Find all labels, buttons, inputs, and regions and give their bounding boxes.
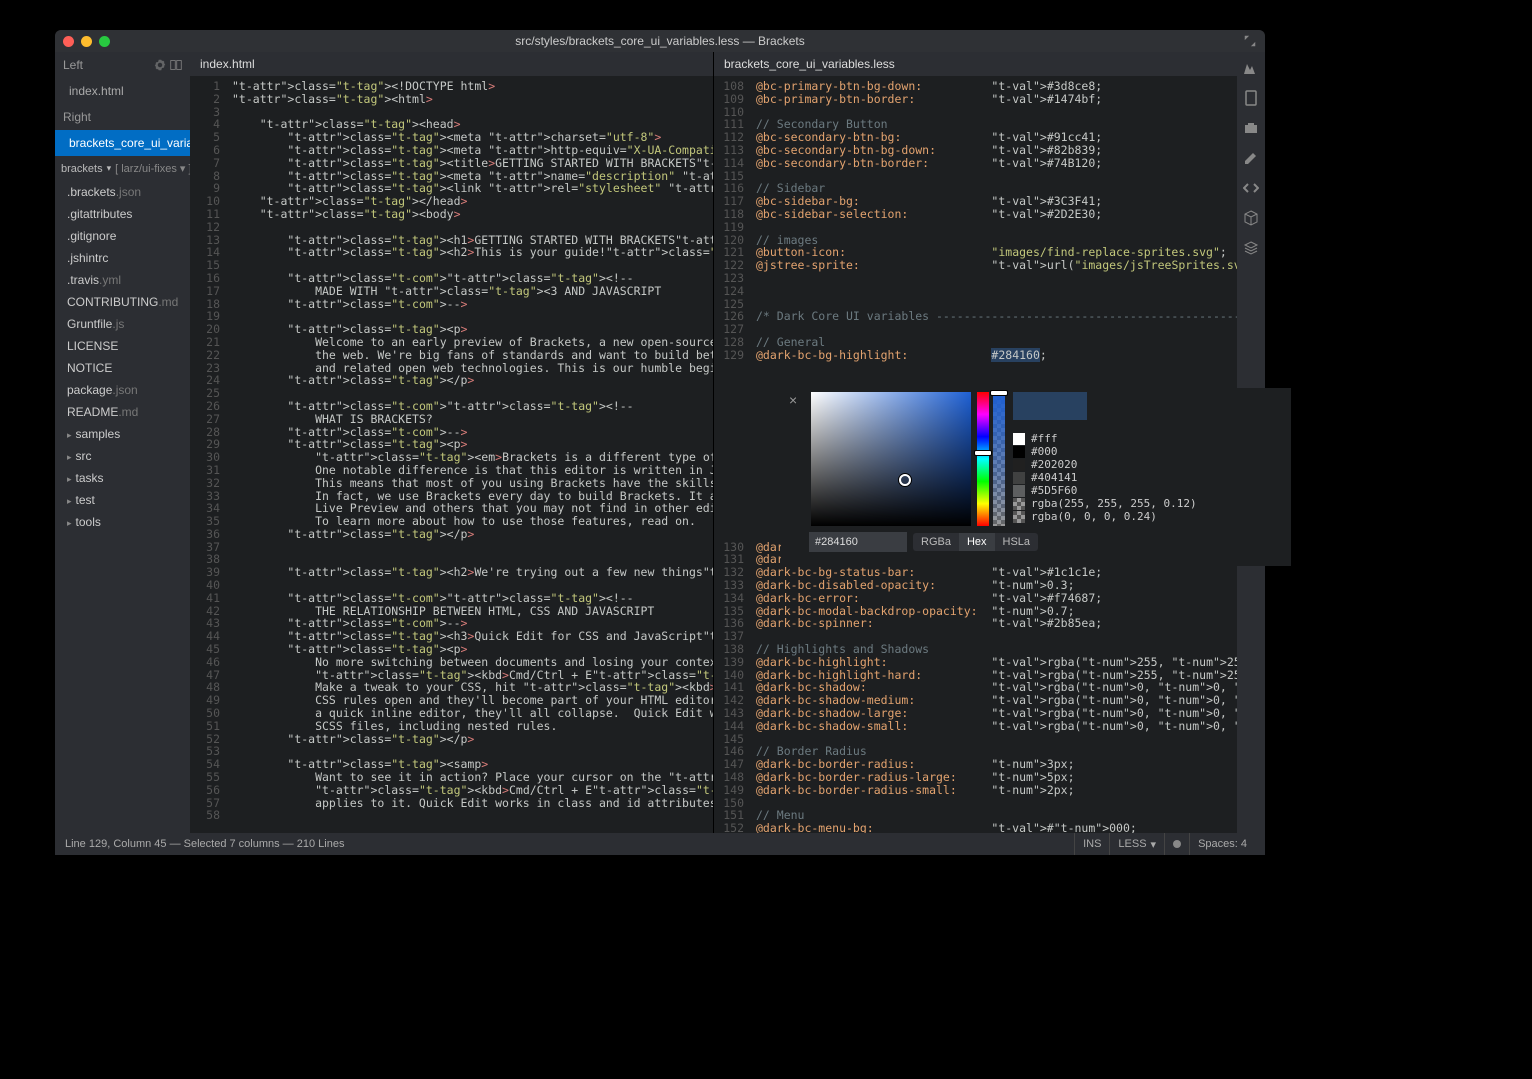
file-item[interactable]: Gruntfile.js xyxy=(55,313,190,335)
alpha-slider[interactable] xyxy=(993,392,1005,526)
fullscreen-icon[interactable] xyxy=(1243,34,1257,48)
indent-status[interactable]: Spaces: 4 xyxy=(1189,833,1255,855)
sidebar: Left index.html Right brackets_core_ui_v… xyxy=(55,52,190,833)
swatch-icon xyxy=(1013,485,1025,497)
file-item[interactable]: .jshintrc xyxy=(55,247,190,269)
titlebar: src/styles/brackets_core_ui_variables.le… xyxy=(55,30,1265,52)
file-item[interactable]: .gitignore xyxy=(55,225,190,247)
file-item[interactable]: .gitattributes xyxy=(55,203,190,225)
left-tab[interactable]: index.html xyxy=(190,52,713,76)
left-code-editor[interactable]: 1 2 3 4 5 6 7 8 9 10 11 12 13 14 15 16 1… xyxy=(190,76,713,833)
file-item[interactable]: LICENSE xyxy=(55,335,190,357)
zoom-window-icon[interactable] xyxy=(99,36,110,47)
hue-slider[interactable] xyxy=(977,392,989,526)
lint-status[interactable] xyxy=(1164,833,1189,855)
format-tab-rgba[interactable]: RGBa xyxy=(913,533,959,551)
swatch-icon xyxy=(1013,511,1025,523)
swatch-list: #fff#000#202020#404141#5D5F60rgba(255, 2… xyxy=(1013,392,1289,564)
swatch-row[interactable]: #202020 xyxy=(1013,458,1289,471)
swatch-row[interactable]: rgba(0, 0, 0, 0.24) xyxy=(1013,510,1289,523)
language-mode[interactable]: LESS ▾ xyxy=(1109,833,1164,855)
format-tab-hex[interactable]: Hex xyxy=(959,533,995,551)
folder-item[interactable]: src xyxy=(55,445,190,467)
folder-item[interactable]: tools xyxy=(55,511,190,533)
left-editor-pane: index.html 1 2 3 4 5 6 7 8 9 10 11 12 13… xyxy=(190,52,714,833)
layers-icon[interactable] xyxy=(1243,240,1259,256)
current-color-swatch xyxy=(1013,392,1087,420)
swatch-row[interactable]: #fff xyxy=(1013,432,1289,445)
color-format-tabs: RGBaHexHSLa xyxy=(913,533,1038,551)
sidebar-open-file-left[interactable]: index.html xyxy=(55,78,190,104)
right-tab[interactable]: brackets_core_ui_variables.less xyxy=(714,52,1237,76)
close-icon[interactable]: × xyxy=(789,392,797,408)
sidebar-open-file-right[interactable]: brackets_core_ui_variat xyxy=(55,130,190,156)
file-item[interactable]: NOTICE xyxy=(55,357,190,379)
edit-icon[interactable] xyxy=(1243,150,1259,166)
left-pane-header[interactable]: Left xyxy=(55,52,190,78)
window-title: src/styles/brackets_core_ui_variables.le… xyxy=(55,34,1265,48)
swatch-icon xyxy=(1013,472,1025,484)
left-gutter: 1 2 3 4 5 6 7 8 9 10 11 12 13 14 15 16 1… xyxy=(190,76,228,833)
folder-item[interactable]: samples xyxy=(55,423,190,445)
file-item[interactable]: package.json xyxy=(55,379,190,401)
project-header[interactable]: brackets▾ [ larz/ui-fixes ▾ ] xyxy=(55,156,190,181)
hex-input[interactable] xyxy=(809,532,907,552)
swatch-row[interactable]: #5D5F60 xyxy=(1013,484,1289,497)
close-window-icon[interactable] xyxy=(63,36,74,47)
app-window: src/styles/brackets_core_ui_variables.le… xyxy=(55,30,1265,855)
swatch-row[interactable]: rgba(255, 255, 255, 0.12) xyxy=(1013,497,1289,510)
split-icon[interactable] xyxy=(170,59,182,71)
folder-item[interactable]: test xyxy=(55,489,190,511)
live-preview-icon[interactable] xyxy=(1243,60,1259,76)
swatch-icon xyxy=(1013,498,1025,510)
file-item[interactable]: README.md xyxy=(55,401,190,423)
minimize-window-icon[interactable] xyxy=(81,36,92,47)
swatch-row[interactable]: #404141 xyxy=(1013,471,1289,484)
statusbar: Line 129, Column 45 — Selected 7 columns… xyxy=(55,833,1265,855)
cursor-status: Line 129, Column 45 — Selected 7 columns… xyxy=(65,838,344,850)
swatch-icon xyxy=(1013,446,1025,458)
code-icon[interactable] xyxy=(1243,180,1259,196)
insert-mode[interactable]: INS xyxy=(1074,833,1109,855)
file-item[interactable]: CONTRIBUTING.md xyxy=(55,291,190,313)
swatch-icon xyxy=(1013,433,1025,445)
hue-handle[interactable] xyxy=(974,450,992,456)
left-code-body[interactable]: "t-attr">class="t-tag"><!DOCTYPE html> "… xyxy=(228,76,713,833)
sv-cursor[interactable] xyxy=(899,474,911,486)
alpha-handle[interactable] xyxy=(990,390,1008,396)
cube-icon[interactable] xyxy=(1243,210,1259,226)
format-tab-hsla[interactable]: HSLa xyxy=(995,533,1039,551)
gear-icon[interactable] xyxy=(154,59,166,71)
file-item[interactable]: .travis.yml xyxy=(55,269,190,291)
swatch-icon xyxy=(1013,459,1025,471)
right-gutter: 108 109 110 111 112 113 114 115 116 117 … xyxy=(714,76,752,833)
device-icon[interactable] xyxy=(1243,90,1259,106)
right-pane-header[interactable]: Right xyxy=(55,104,190,130)
traffic-lights xyxy=(63,36,110,47)
file-tree: .brackets.json.gitattributes.gitignore.j… xyxy=(55,181,190,833)
color-picker: × #fff#000#202020#404141#5D5F60rgba(255,… xyxy=(781,388,1291,566)
saturation-value-field[interactable] xyxy=(811,392,971,526)
briefcase-icon[interactable] xyxy=(1243,120,1259,136)
folder-item[interactable]: tasks xyxy=(55,467,190,489)
file-item[interactable]: .brackets.json xyxy=(55,181,190,203)
swatch-row[interactable]: #000 xyxy=(1013,445,1289,458)
